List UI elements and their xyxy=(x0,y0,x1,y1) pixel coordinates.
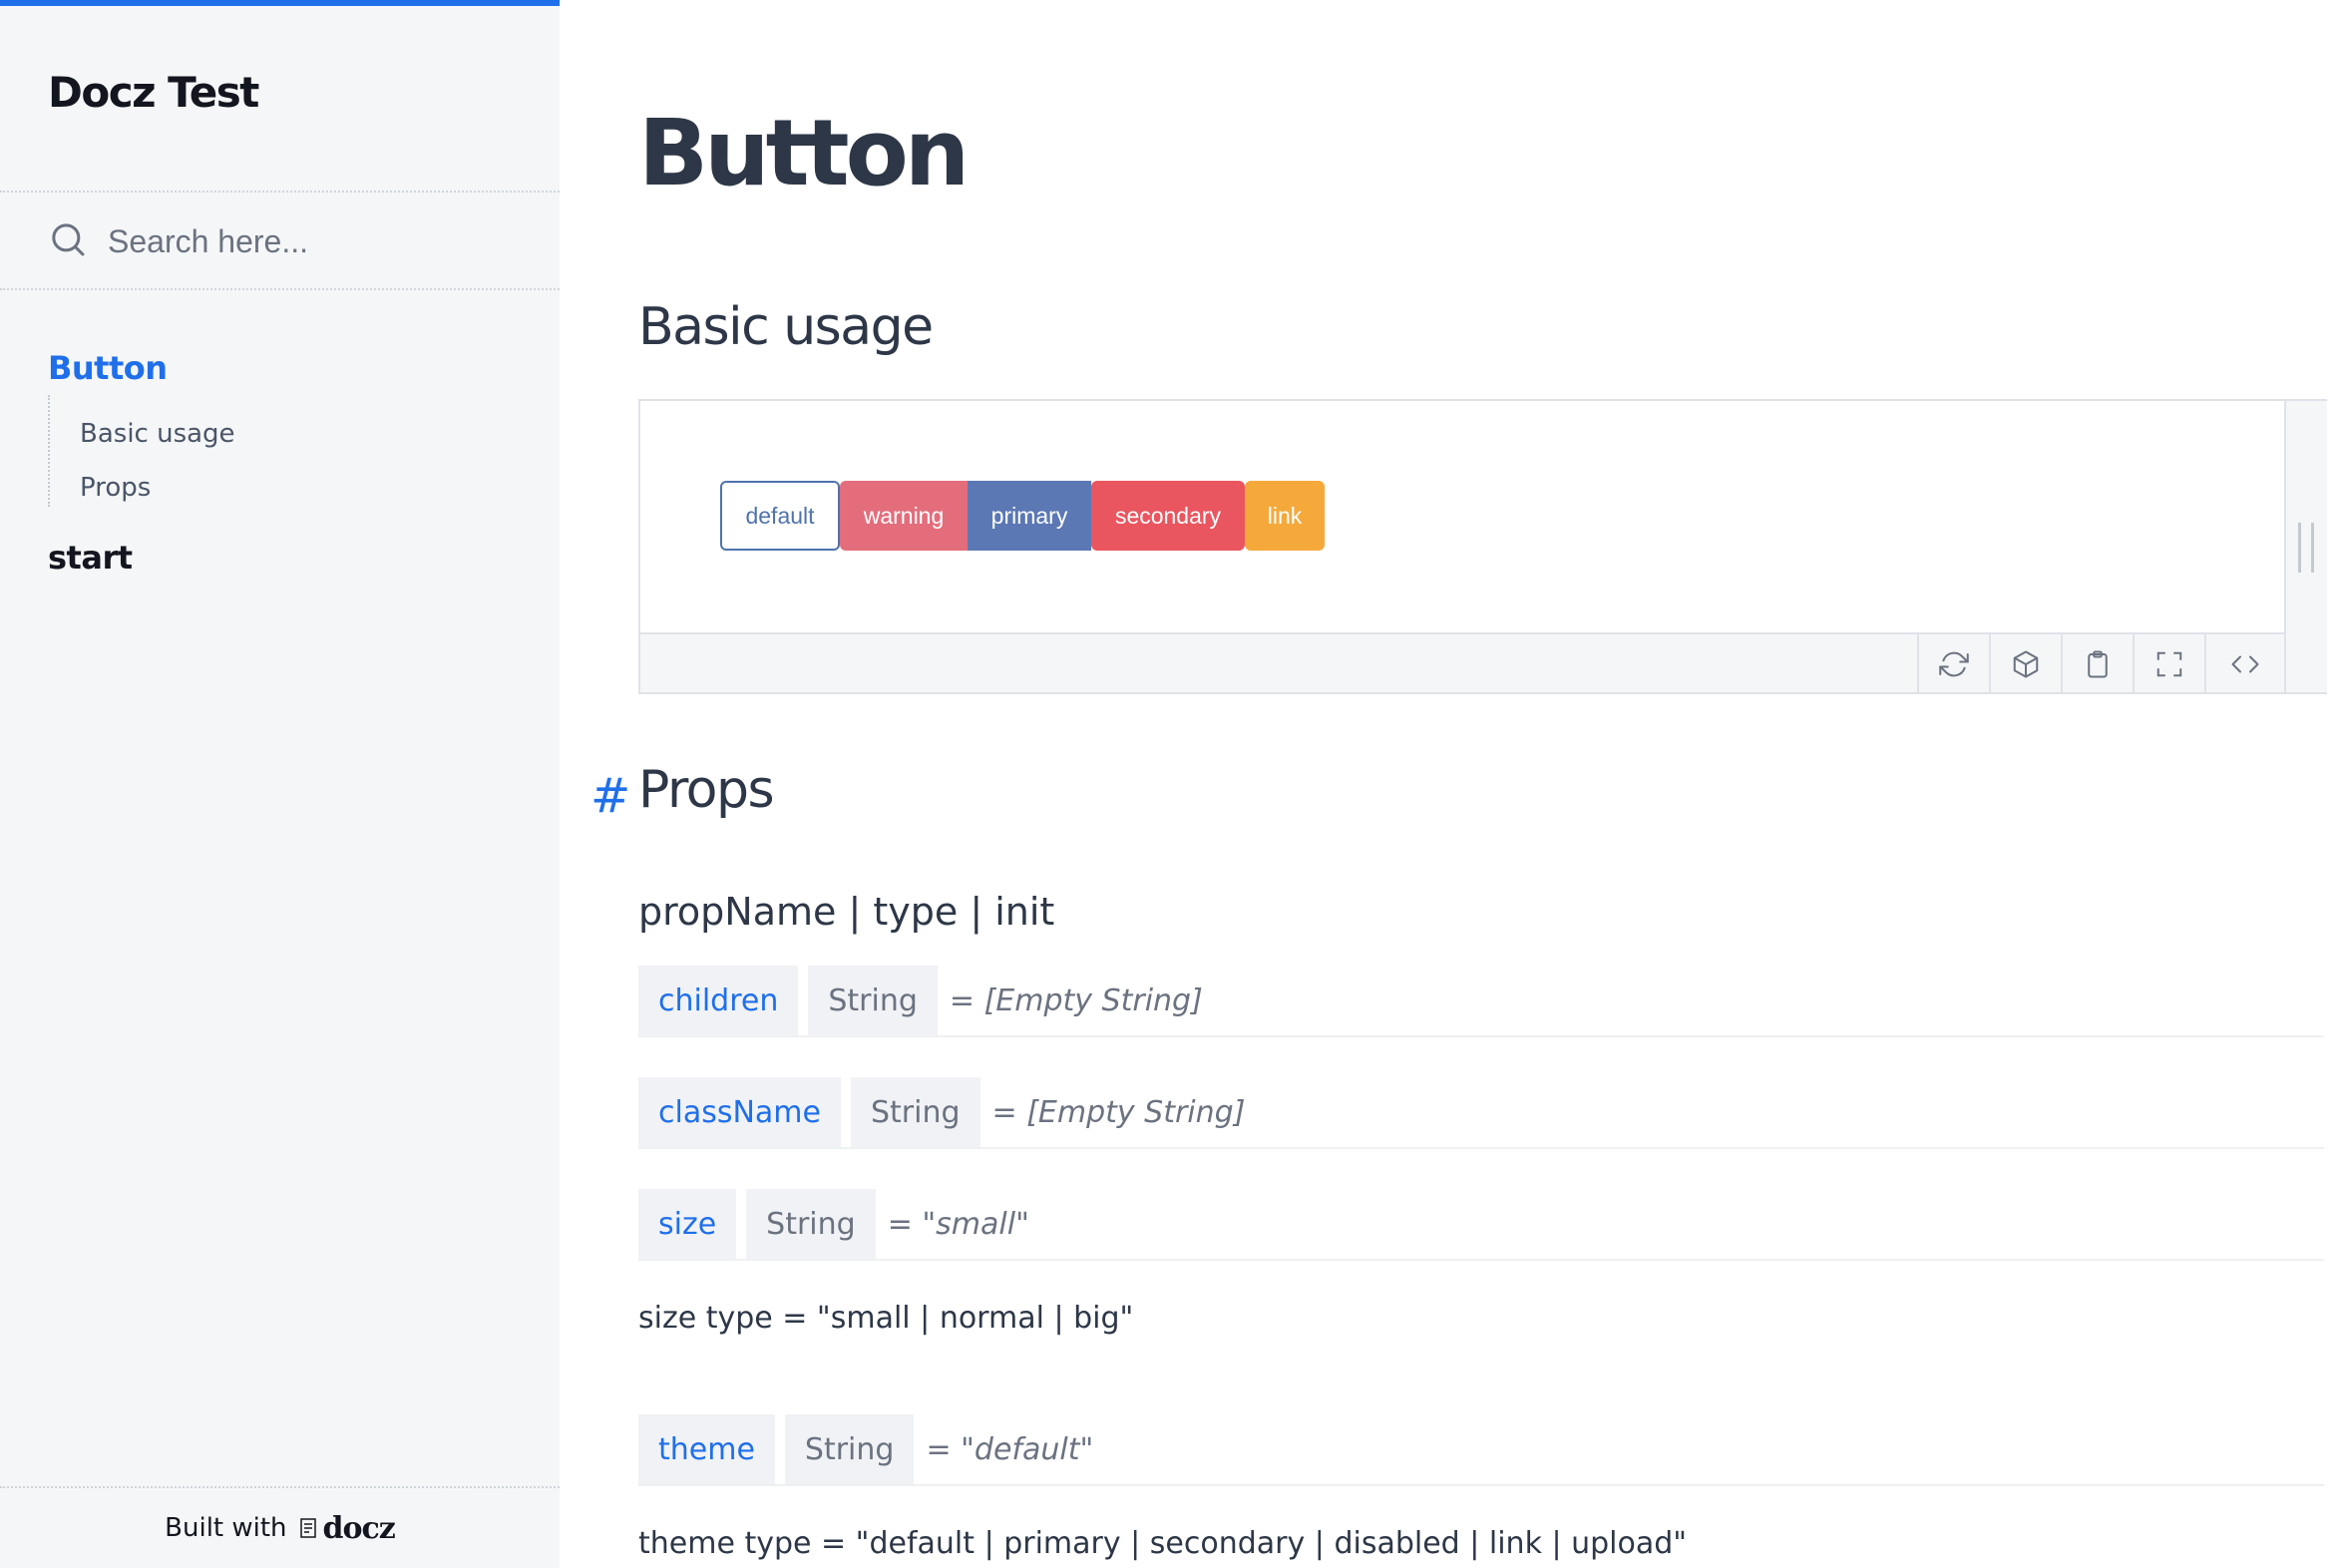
prop-row: children String = [Empty String] xyxy=(638,966,2324,1037)
demo-button-default[interactable]: default xyxy=(720,481,840,551)
prop-name: children xyxy=(638,966,799,1035)
playground-toolbar xyxy=(640,632,2284,694)
demo-button-link[interactable]: link xyxy=(1245,481,1325,551)
prop-type: String xyxy=(808,966,938,1035)
sidebar-subitem-props[interactable]: Props xyxy=(80,473,151,503)
docz-brand-link[interactable]: docz xyxy=(297,1510,396,1546)
section-heading-basic-usage: Basic usage xyxy=(638,297,934,357)
footer-brand: docz xyxy=(322,1510,396,1546)
fullscreen-button[interactable] xyxy=(2133,634,2204,694)
demo-button-warning[interactable]: warning xyxy=(840,481,968,551)
section-heading-props: Props xyxy=(638,760,775,820)
prop-default: = [Empty String] xyxy=(949,982,1203,1018)
codesandbox-button[interactable] xyxy=(1989,634,2061,694)
prop-name: className xyxy=(638,1077,841,1147)
refresh-icon xyxy=(1939,651,1969,677)
divider xyxy=(0,288,560,290)
clipboard-icon xyxy=(2088,650,2108,678)
prop-name: theme xyxy=(638,1414,775,1484)
playground-resize-bar[interactable] xyxy=(2284,401,2327,692)
app-logo[interactable]: Docz Test xyxy=(48,68,259,117)
props-anchor-link[interactable]: # xyxy=(590,768,630,824)
refresh-button[interactable] xyxy=(1917,634,1989,694)
sidebar-footer: Built with docz xyxy=(0,1488,560,1568)
search-box[interactable] xyxy=(48,211,527,271)
demo-button-primary[interactable]: primary xyxy=(968,481,1091,551)
copy-code-button[interactable] xyxy=(2061,634,2133,694)
prop-row: theme String = "default" xyxy=(638,1414,2324,1486)
prop-description-theme: theme type = "default | primary | second… xyxy=(638,1526,1688,1561)
package-icon xyxy=(2013,650,2039,678)
docz-logo-icon xyxy=(299,1518,316,1538)
sidebar-item-start[interactable]: start xyxy=(48,539,133,577)
demo-button-secondary[interactable]: secondary xyxy=(1091,481,1245,551)
demo-button-row: default warning primary secondary link xyxy=(720,481,1325,551)
resize-handle[interactable] xyxy=(2298,523,2314,573)
search-icon xyxy=(48,219,88,264)
footer-text: Built with xyxy=(165,1513,287,1543)
playground-preview: default warning primary secondary link xyxy=(640,401,2284,632)
playground: default warning primary secondary link xyxy=(638,399,2327,694)
prop-description-size: size type = "small | normal | big" xyxy=(638,1301,1134,1336)
page-title: Button xyxy=(638,100,970,206)
prop-type: String xyxy=(746,1189,876,1259)
divider xyxy=(0,191,560,193)
sidebar-subnav-line xyxy=(48,395,50,507)
sidebar-accent-bar xyxy=(0,0,560,6)
props-table-header: propName | type | init xyxy=(638,890,1055,934)
prop-type: String xyxy=(784,1414,915,1484)
sidebar-item-button[interactable]: Button xyxy=(48,349,168,387)
sidebar: Docz Test Button Basic usage Props start… xyxy=(0,0,560,1568)
code-icon xyxy=(2231,655,2259,673)
prop-default: = "default" xyxy=(926,1431,1094,1467)
prop-default: = [Empty String] xyxy=(991,1094,1246,1130)
prop-row: className String = [Empty String] xyxy=(638,1077,2324,1149)
toggle-code-button[interactable] xyxy=(2204,634,2284,694)
search-input[interactable] xyxy=(108,222,507,260)
prop-row: size String = "small" xyxy=(638,1189,2324,1261)
fullscreen-icon xyxy=(2156,651,2182,677)
prop-type: String xyxy=(850,1077,980,1147)
prop-name: size xyxy=(638,1189,737,1259)
sidebar-subitem-basic-usage[interactable]: Basic usage xyxy=(80,419,235,449)
prop-default: = "small" xyxy=(887,1206,1029,1242)
